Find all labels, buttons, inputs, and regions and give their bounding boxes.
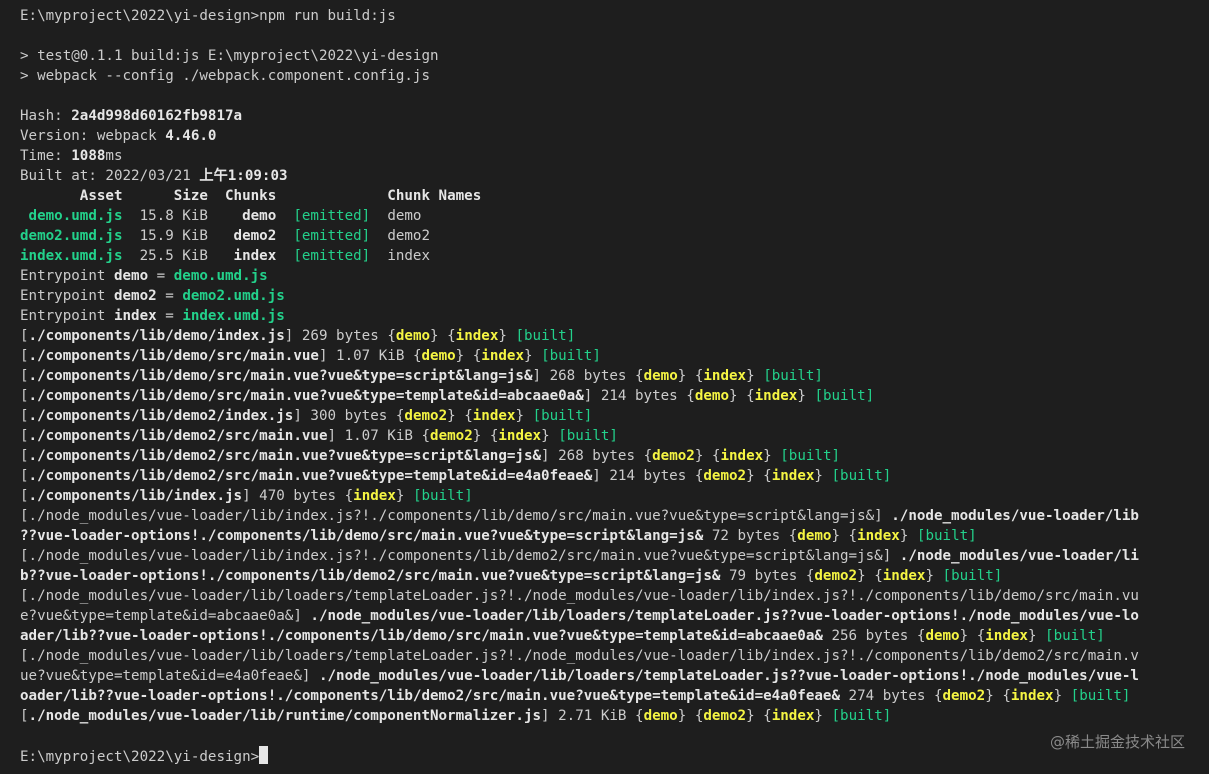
module-line: [./components/lib/demo2/index.js] 300 by… [20,408,593,424]
loader-line: ??vue-loader-options!./components/lib/de… [20,528,977,544]
module-line: [./components/lib/demo/src/main.vue?vue&… [20,368,823,384]
loader-line: e?vue&type=template&id=abcaae0a&] ./node… [20,608,1139,624]
loader-line: [./node_modules/vue-loader/lib/index.js?… [20,548,1139,564]
loader-line: [./node_modules/vue-loader/lib/loaders/t… [20,588,1139,604]
hash-line: Hash: 2a4d998d60162fb9817a [20,108,243,124]
asset-row: demo2.umd.js 15.9 KiB demo2 [emitted] de… [20,228,431,244]
built-time: 上午1:09:03 [199,168,288,184]
watermark: @稀土掘金技术社区 [1049,733,1185,751]
module-line: [./components/lib/demo2/src/main.vue] 1.… [20,428,618,444]
asset-table-header: Asset Size Chunks Chunk Names [20,188,482,204]
command-text: npm run build:js [259,8,396,24]
loader-line: [./node_modules/vue-loader/lib/index.js?… [20,508,1139,524]
cursor [259,746,269,764]
prompt: E:\myproject\2022\yi-design> [20,8,260,24]
module-line: [./components/lib/demo2/src/main.vue?vue… [20,468,892,484]
module-line: [./components/lib/index.js] 470 bytes {i… [20,488,473,504]
prompt-line[interactable]: E:\myproject\2022\yi-design> [20,746,1209,766]
hash-value: 2a4d998d60162fb9817a [71,108,243,124]
version-line: Version: webpack 4.46.0 [20,128,217,144]
module-line: [./components/lib/demo/src/main.vue] 1.0… [20,348,601,364]
prompt: E:\myproject\2022\yi-design> [20,749,260,765]
entrypoint-line: Entrypoint index = index.umd.js [20,308,285,324]
loader-line: ue?vue&type=template&id=e4a0feae&] ./nod… [20,668,1139,684]
script-info-line: > webpack --config ./webpack.component.c… [20,68,430,84]
entrypoint-line: Entrypoint demo = demo.umd.js [20,268,268,284]
terminal-window[interactable]: E:\myproject\2022\yi-design>npm run buil… [0,0,1209,774]
loader-line: b??vue-loader-options!./components/lib/d… [20,568,1003,584]
time-line: Time: 1088ms [20,148,123,164]
module-line: [./components/lib/demo/index.js] 269 byt… [20,328,576,344]
asset-row: index.umd.js 25.5 KiB index [emitted] in… [20,248,431,264]
built-at-line: Built at: 2022/03/21 上午1:09:03 [20,168,288,184]
module-line: [./components/lib/demo2/src/main.vue?vue… [20,448,841,464]
time-value: 1088 [71,148,106,164]
module-line: [./node_modules/vue-loader/lib/runtime/c… [20,708,892,724]
entrypoint-line: Entrypoint demo2 = demo2.umd.js [20,288,285,304]
script-info-line: > test@0.1.1 build:js E:\myproject\2022\… [20,48,439,64]
command-line: E:\myproject\2022\yi-design>npm run buil… [20,6,1209,26]
loader-line: ader/lib??vue-loader-options!./component… [20,628,1105,644]
asset-row: demo.umd.js 15.8 KiB demo [emitted] demo [20,208,422,224]
module-line: [./components/lib/demo/src/main.vue?vue&… [20,388,875,404]
version-value: 4.46.0 [165,128,217,144]
loader-line: oader/lib??vue-loader-options!./componen… [20,688,1131,704]
loader-line: [./node_modules/vue-loader/lib/loaders/t… [20,648,1139,664]
